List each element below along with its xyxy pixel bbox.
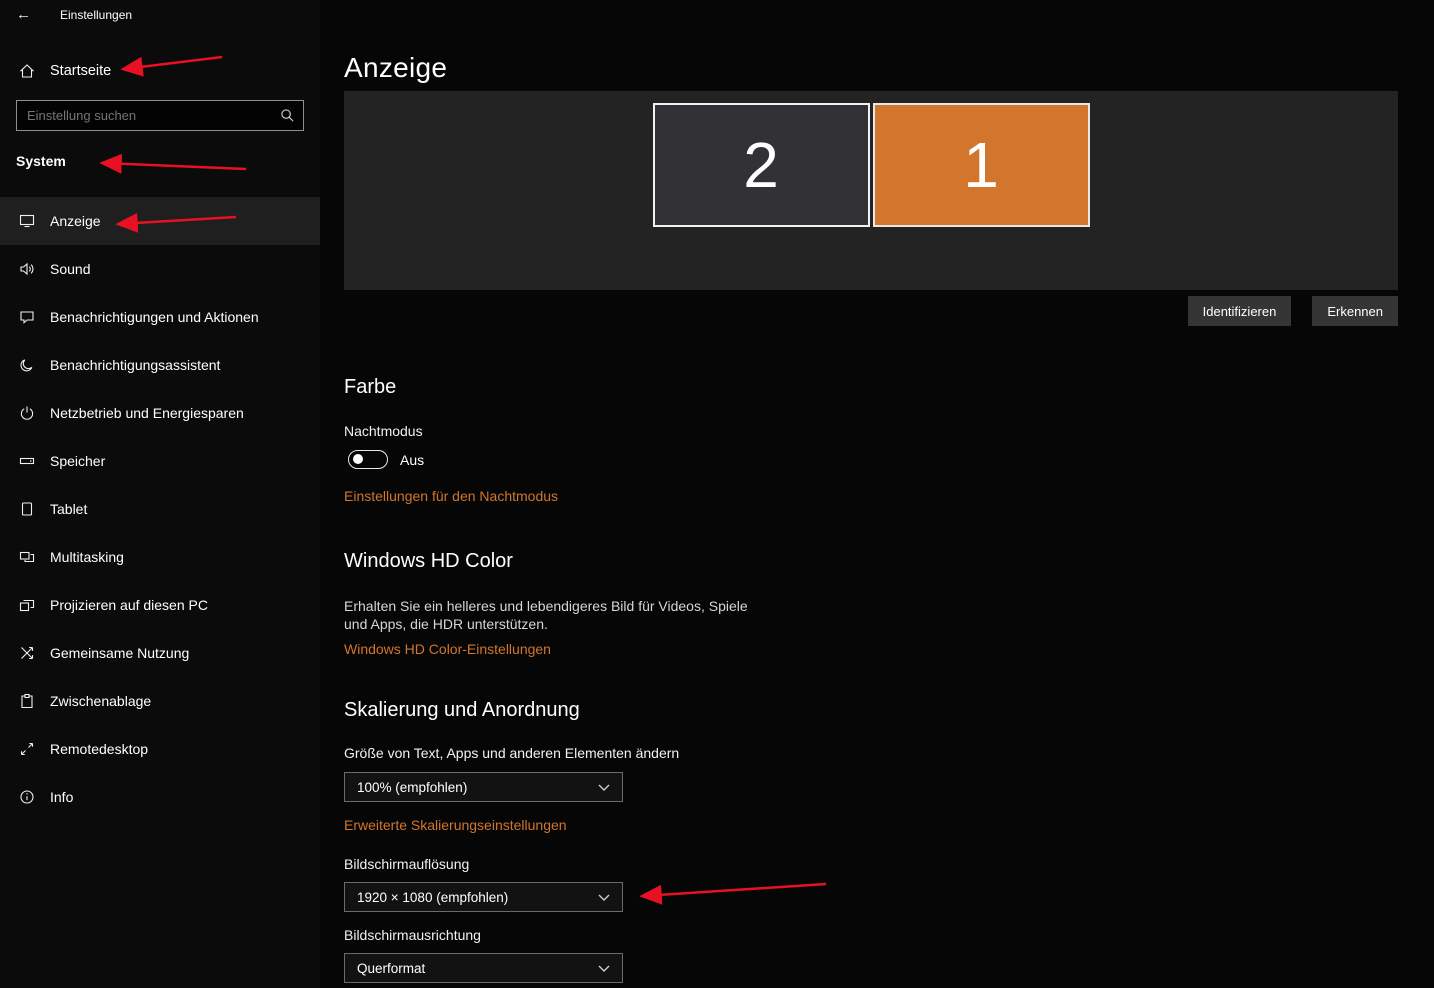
info-icon (18, 789, 35, 805)
hd-color-settings-link[interactable]: Windows HD Color-Einstellungen (344, 641, 551, 657)
orientation-dropdown[interactable]: Querformat (344, 953, 623, 983)
color-section-heading: Farbe (344, 376, 396, 399)
sidebar-item-projizieren[interactable]: Projizieren auf diesen PC (0, 581, 320, 629)
sidebar-item-benachrichtigungsassistent[interactable]: Benachrichtigungsassistent (0, 341, 320, 389)
sidebar-home-label: Startseite (50, 63, 111, 79)
sidebar-item-sound[interactable]: Sound (0, 245, 320, 293)
chevron-down-icon (595, 784, 612, 791)
night-mode-toggle[interactable] (348, 450, 388, 469)
settings-search (16, 100, 304, 131)
speaker-icon (18, 261, 35, 277)
resolution-dropdown[interactable]: 1920 × 1080 (empfohlen) (344, 882, 623, 912)
back-button[interactable]: ← (16, 6, 31, 23)
sidebar-item-zwischenablage[interactable]: Zwischenablage (0, 677, 320, 725)
sidebar-item-info[interactable]: Info (0, 773, 320, 821)
sidebar-item-label: Projizieren auf diesen PC (50, 597, 208, 613)
sidebar-item-remotedesktop[interactable]: Remotedesktop (0, 725, 320, 773)
sidebar-item-label: Sound (50, 261, 90, 277)
monitor-arrangement-panel: 2 1 (344, 91, 1398, 290)
scale-dropdown-value: 100% (empfohlen) (357, 780, 467, 795)
share-arrows-icon (18, 645, 35, 661)
monitor-2[interactable]: 2 (653, 103, 870, 227)
tablet-icon (18, 501, 35, 517)
hd-color-heading: Windows HD Color (344, 550, 513, 573)
advanced-scaling-link[interactable]: Erweiterte Skalierungseinstellungen (344, 817, 567, 833)
scaling-section-heading: Skalierung und Anordnung (344, 699, 580, 722)
monitor-1[interactable]: 1 (873, 103, 1090, 227)
sidebar-item-label: Info (50, 789, 73, 805)
sidebar-item-anzeige[interactable]: Anzeige (0, 197, 320, 245)
notification-chat-icon (18, 309, 35, 325)
search-icon (279, 108, 296, 123)
window-title: Einstellungen (60, 8, 132, 22)
scale-dropdown[interactable]: 100% (empfohlen) (344, 772, 623, 802)
power-icon (18, 405, 35, 421)
titlebar: ← Einstellungen (0, 6, 320, 32)
sidebar-item-netzbetrieb[interactable]: Netzbetrieb und Energiesparen (0, 389, 320, 437)
night-mode-state: Aus (400, 452, 424, 468)
sidebar-item-benachrichtigungen[interactable]: Benachrichtigungen und Aktionen (0, 293, 320, 341)
search-input[interactable] (16, 100, 304, 131)
project-screen-icon (18, 597, 35, 613)
night-mode-settings-link[interactable]: Einstellungen für den Nachtmodus (344, 488, 558, 504)
multitask-windows-icon (18, 549, 35, 565)
scale-label: Größe von Text, Apps und anderen Element… (344, 745, 679, 761)
settings-window: { "window": { "title": "Einstellungen", … (0, 0, 1434, 988)
resolution-dropdown-value: 1920 × 1080 (empfohlen) (357, 890, 508, 905)
clipboard-icon (18, 693, 35, 709)
orientation-dropdown-value: Querformat (357, 961, 425, 976)
sidebar-item-gemeinsame-nutzung[interactable]: Gemeinsame Nutzung (0, 629, 320, 677)
night-mode-label: Nachtmodus (344, 423, 423, 439)
display-icon (18, 213, 35, 229)
sidebar-section-system: System (16, 153, 66, 169)
sidebar-item-label: Benachrichtigungen und Aktionen (50, 309, 259, 325)
resolution-label: Bildschirmauflösung (344, 856, 469, 872)
remote-arrows-icon (18, 741, 35, 757)
sidebar-item-label: Benachrichtigungsassistent (50, 357, 220, 373)
sidebar-item-label: Zwischenablage (50, 693, 151, 709)
hd-color-description: Erhalten Sie ein helleres und lebendiger… (344, 597, 772, 633)
moon-icon (18, 357, 35, 373)
sidebar-nav: Anzeige Sound Benachrichtigungen und Akt… (0, 197, 320, 821)
page-title: Anzeige (344, 52, 447, 84)
chevron-down-icon (595, 894, 612, 901)
toggle-knob (353, 454, 363, 464)
sidebar-item-label: Remotedesktop (50, 741, 148, 757)
storage-drive-icon (18, 453, 35, 469)
sidebar-item-label: Multitasking (50, 549, 124, 565)
monitor-1-number: 1 (963, 128, 999, 202)
sidebar-item-multitasking[interactable]: Multitasking (0, 533, 320, 581)
orientation-label: Bildschirmausrichtung (344, 927, 481, 943)
identify-button[interactable]: Identifizieren (1188, 296, 1292, 326)
sidebar-item-label: Anzeige (50, 213, 101, 229)
settings-sidebar: ← Einstellungen Startseite System Anzeig… (0, 0, 320, 988)
sidebar-item-speicher[interactable]: Speicher (0, 437, 320, 485)
detect-button[interactable]: Erkennen (1312, 296, 1398, 326)
display-settings-page: Anzeige 2 1 Identifizieren Erkennen Farb… (320, 0, 1434, 988)
monitor-2-number: 2 (743, 128, 779, 202)
chevron-down-icon (595, 965, 612, 972)
sidebar-item-tablet[interactable]: Tablet (0, 485, 320, 533)
sidebar-item-label: Gemeinsame Nutzung (50, 645, 189, 661)
sidebar-item-label: Tablet (50, 501, 87, 517)
sidebar-item-label: Netzbetrieb und Energiesparen (50, 405, 244, 421)
sidebar-item-startseite[interactable]: Startseite (0, 56, 320, 86)
monitor-buttons-row: Identifizieren Erkennen (344, 296, 1398, 326)
sidebar-item-label: Speicher (50, 453, 105, 469)
home-icon (18, 63, 35, 79)
